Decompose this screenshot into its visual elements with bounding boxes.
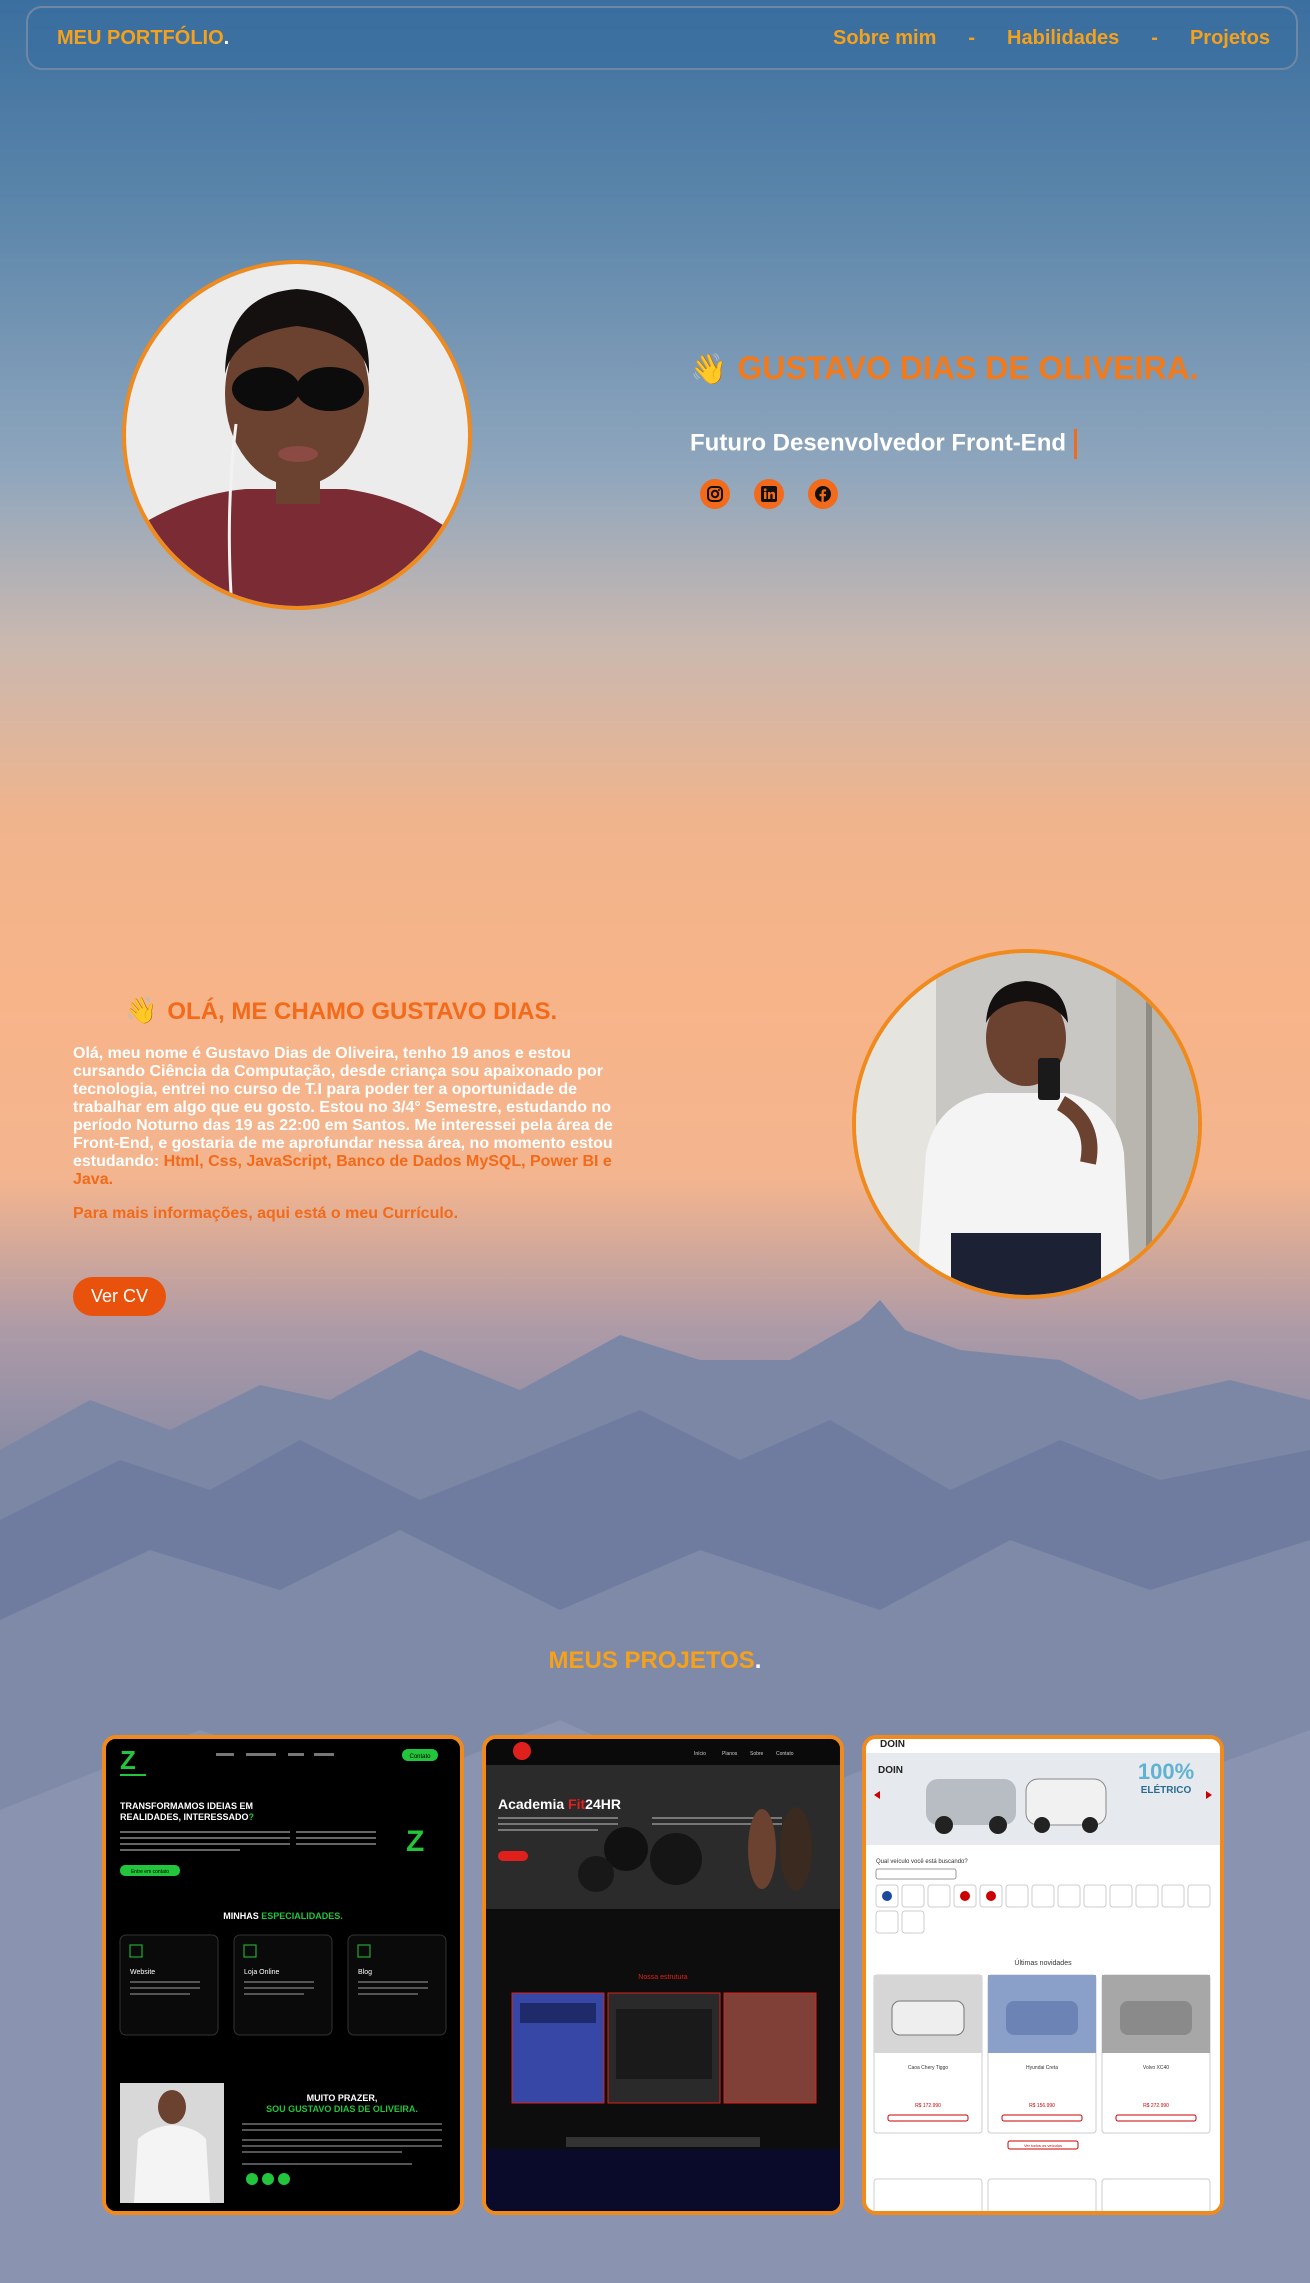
svg-text:Hyundai Creta: Hyundai Creta: [1026, 2065, 1058, 2071]
svg-text:ELÉTRICO: ELÉTRICO: [1141, 1783, 1192, 1796]
project-card-zgp[interactable]: Z Contato TRANSFORMAMOS IDEIAS EM REALID…: [102, 1735, 464, 2215]
svg-text:MUITO PRAZER,: MUITO PRAZER,: [307, 2093, 378, 2103]
svg-text:Volvo XC40: Volvo XC40: [1143, 2065, 1169, 2071]
svg-text:SOU GUSTAVO DIAS DE OLIVEIRA.: SOU GUSTAVO DIAS DE OLIVEIRA.: [266, 2104, 418, 2114]
nav-link-sobre-mim[interactable]: Sobre mim: [833, 27, 936, 50]
svg-text:Planos: Planos: [722, 1751, 738, 1757]
cv-link-text: Para mais informações, aqui está o meu C…: [73, 1205, 459, 1222]
svg-text:DOIN: DOIN: [878, 1765, 903, 1776]
view-cv-button[interactable]: Ver CV: [73, 1277, 166, 1316]
nav-link-projetos[interactable]: Projetos: [1190, 27, 1270, 50]
hero-name: 👋 GUSTAVO DIAS DE OLIVEIRA.: [690, 350, 1199, 386]
svg-text:Sobre: Sobre: [750, 1751, 764, 1757]
top-navbar: MEU PORTFÓLIO. Sobre mim - Habilidades -…: [26, 6, 1298, 70]
hero-subtitle: Futuro Desenvolvedor Front-End: [690, 429, 1078, 459]
svg-text:Website: Website: [130, 1969, 155, 1976]
nav-link-habilidades[interactable]: Habilidades: [1007, 27, 1119, 50]
linkedin-icon[interactable]: [754, 479, 784, 509]
svg-text:Contato: Contato: [776, 1751, 794, 1757]
svg-text:Início: Início: [694, 1751, 706, 1757]
svg-text:TRANSFORMAMOS IDEIAS EM: TRANSFORMAMOS IDEIAS EM: [120, 1801, 253, 1811]
nav-separator: -: [968, 27, 976, 49]
svg-text:100%: 100%: [1138, 1759, 1194, 1784]
svg-text:Últimas novidades: Últimas novidades: [1014, 1958, 1072, 1967]
project-card-academia[interactable]: Início Planos Sobre Contato Academia Fit…: [482, 1735, 844, 2215]
svg-text:Nossa estrutura: Nossa estrutura: [638, 1974, 688, 1981]
svg-text:Z: Z: [120, 1745, 136, 1775]
svg-text:R$ 156.990: R$ 156.990: [1029, 2103, 1055, 2109]
svg-text:R$ 272.990: R$ 272.990: [1143, 2103, 1169, 2109]
social-links: [700, 479, 838, 509]
nav-separator: -: [1151, 27, 1158, 49]
svg-text:REALIDADES, INTERESSADO?: REALIDADES, INTERESSADO?: [120, 1812, 254, 1822]
about-text: Olá, meu nome é Gustavo Dias de Oliveira…: [73, 1045, 613, 1188]
svg-text:Academia Fit24HR: Academia Fit24HR: [498, 1796, 621, 1812]
svg-text:Ver todos os veículos: Ver todos os veículos: [1024, 2143, 1062, 2148]
svg-text:Caoa Chery Tiggo: Caoa Chery Tiggo: [908, 2065, 949, 2071]
svg-text:Qual veículo você está buscand: Qual veículo você está buscando?: [876, 1859, 968, 1865]
nav-links: Sobre mim - Habilidades - Projetos: [833, 27, 1270, 50]
profile-photo: [122, 260, 472, 610]
svg-text:Z: Z: [406, 1825, 424, 1858]
wave-icon: 👋: [690, 353, 728, 386]
svg-text:R$ 172.990: R$ 172.990: [915, 2103, 941, 2109]
wave-icon: 👋: [125, 995, 158, 1025]
typing-caret: [1074, 429, 1078, 459]
card1-nav-button: Contato: [409, 1754, 431, 1760]
projects-title: MEUS PROJETOS.: [548, 1647, 762, 1674]
about-title: 👋 OLÁ, ME CHAMO GUSTAVO DIAS.: [125, 995, 558, 1025]
svg-text:Blog: Blog: [358, 1969, 372, 1976]
project-card-doin[interactable]: DOIN DOIN 100% ELÉTRICO Qual veículo voc…: [862, 1735, 1224, 2215]
svg-text:DOIN: DOIN: [880, 1739, 905, 1750]
svg-text:MINHAS ESPECIALIDADES.: MINHAS ESPECIALIDADES.: [223, 1911, 343, 1921]
svg-text:Entre em contato: Entre em contato: [131, 1869, 169, 1875]
svg-text:Loja Online: Loja Online: [244, 1969, 280, 1976]
instagram-icon[interactable]: [700, 479, 730, 509]
brand-logo[interactable]: MEU PORTFÓLIO.: [57, 27, 229, 50]
facebook-icon[interactable]: [808, 479, 838, 509]
about-photo: [852, 949, 1202, 1299]
